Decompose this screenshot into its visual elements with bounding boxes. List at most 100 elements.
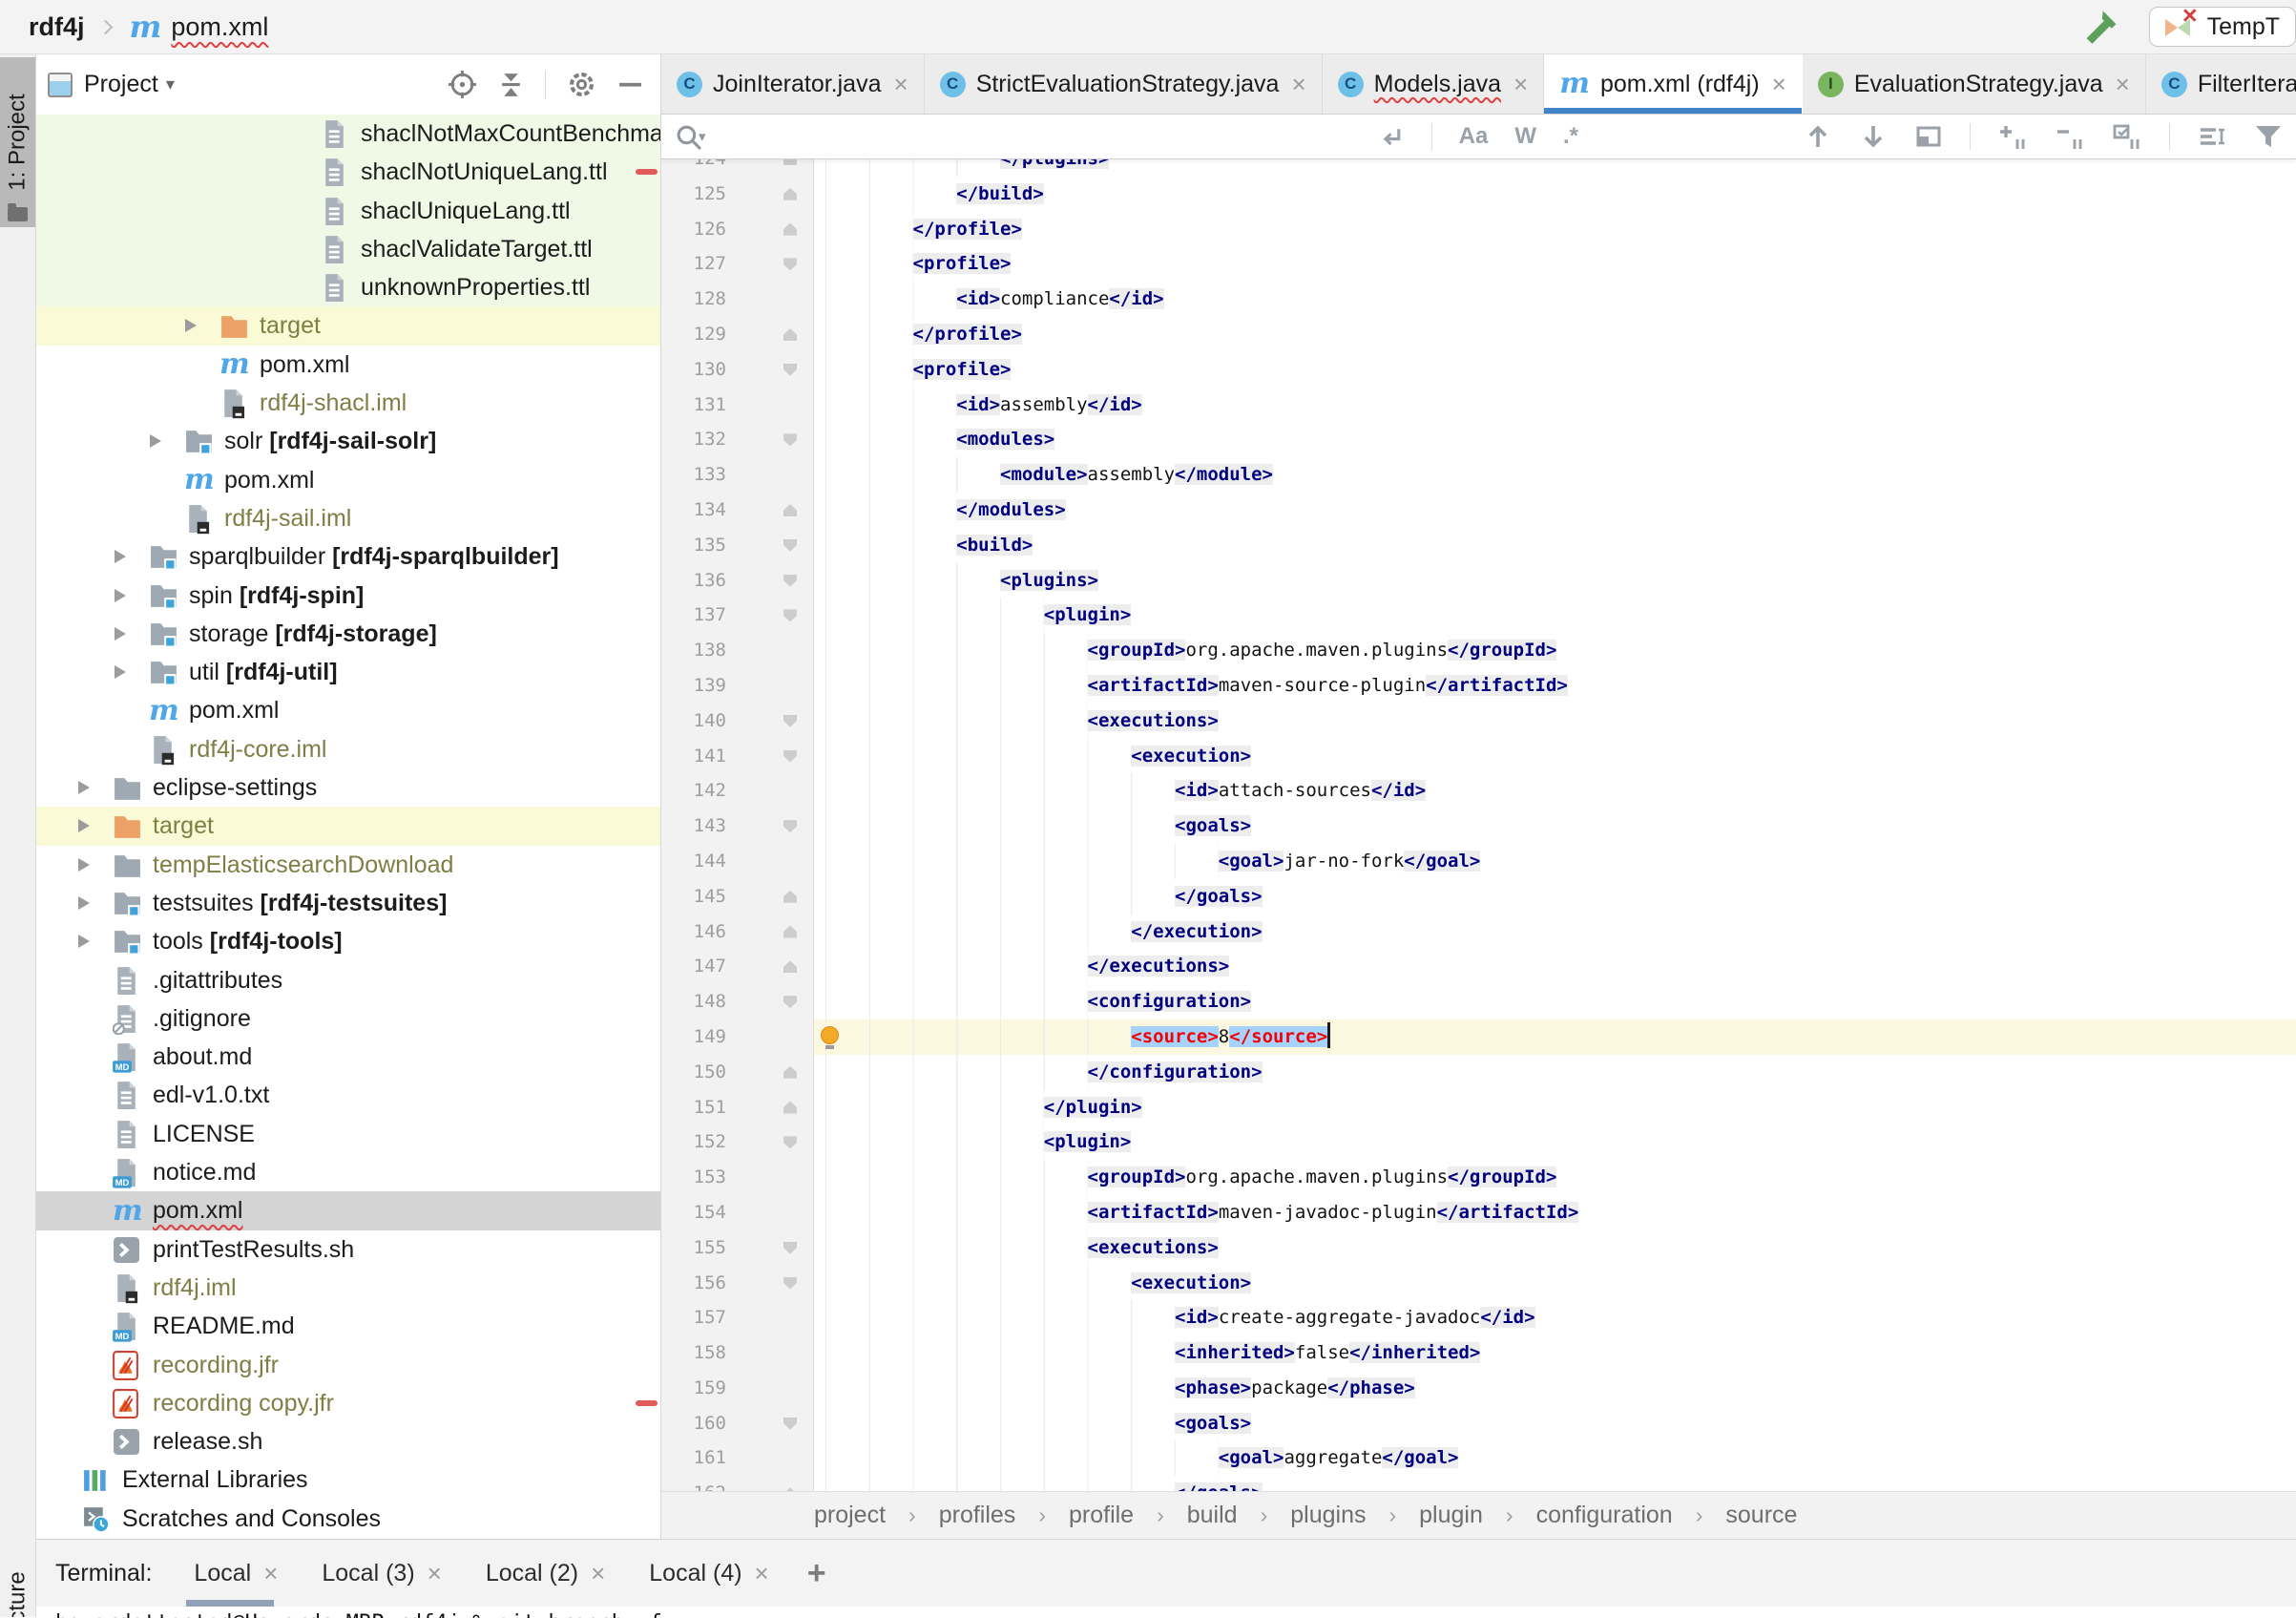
gutter[interactable]: 127 [661, 246, 814, 282]
gutter[interactable]: 152 [661, 1124, 814, 1160]
tool-button-project[interactable]: 1: Project [0, 57, 35, 227]
select-all-occurrences-icon[interactable] [2112, 122, 2142, 151]
tree-row-printtestresults-sh[interactable]: printTestResults.sh [36, 1230, 660, 1269]
gutter[interactable]: 150 [661, 1055, 814, 1090]
close-tab-icon[interactable]: × [755, 1559, 769, 1588]
tree-row-shacluniquelang-ttl[interactable]: shaclUniqueLang.ttl [36, 192, 660, 230]
tree-row-shaclnotmaxcountbenchmark-ttl[interactable]: shaclNotMaxCountBenchmark.ttl [36, 115, 660, 153]
tree-row-eclipse-settings[interactable]: eclipse-settings [36, 768, 660, 807]
code-line-124[interactable]: 124</plugins> [661, 159, 2296, 177]
code-line-153[interactable]: 153<groupId>org.apache.maven.plugins</gr… [661, 1160, 2296, 1195]
close-tab-icon[interactable]: × [894, 70, 908, 99]
tree-row-tools[interactable]: tools [rdf4j-tools] [36, 922, 660, 960]
tree-row-recording-copy-jfr[interactable]: recording copy.jfr [36, 1384, 660, 1422]
gutter[interactable]: 145 [661, 879, 814, 914]
tree-row-gitattributes[interactable]: .gitattributes [36, 961, 660, 999]
gutter[interactable]: 154 [661, 1195, 814, 1230]
editor-tab-models-java[interactable]: CModels.java× [1323, 54, 1545, 114]
code-line-147[interactable]: 147</executions> [661, 949, 2296, 984]
code-line-131[interactable]: 131<id>assembly</id> [661, 388, 2296, 423]
gutter[interactable]: 146 [661, 914, 814, 950]
gutter[interactable]: 153 [661, 1160, 814, 1195]
tree-row-tempelasticsearchdownload[interactable]: tempElasticsearchDownload [36, 846, 660, 884]
gutter[interactable]: 142 [661, 773, 814, 809]
code-line-162[interactable]: 162</goals> [661, 1476, 2296, 1491]
code-line-160[interactable]: 160<goals> [661, 1406, 2296, 1441]
code-line-135[interactable]: 135<build> [661, 528, 2296, 563]
expand-arrow-icon[interactable] [150, 434, 161, 448]
code-line-159[interactable]: 159<phase>package</phase> [661, 1371, 2296, 1406]
close-tab-icon[interactable]: × [1291, 70, 1305, 99]
match-case-toggle[interactable]: Aa [1459, 123, 1489, 150]
fold-marker-icon[interactable] [783, 188, 797, 200]
collapse-all-icon[interactable] [498, 70, 524, 99]
gutter[interactable]: 124 [661, 159, 814, 177]
code-line-138[interactable]: 138<groupId>org.apache.maven.plugins</gr… [661, 633, 2296, 668]
project-panel-title[interactable]: Project [84, 71, 158, 98]
gutter[interactable]: 141 [661, 739, 814, 774]
fold-marker-icon[interactable] [783, 1418, 797, 1430]
remove-occurrence-icon[interactable] [2055, 122, 2085, 151]
gutter[interactable]: 155 [661, 1230, 814, 1266]
fold-marker-icon[interactable] [783, 1277, 797, 1290]
funnel-icon[interactable] [2254, 122, 2283, 151]
xml-breadcrumb-build[interactable]: build [1187, 1502, 1238, 1529]
close-tab-icon[interactable]: × [1513, 70, 1528, 99]
fold-marker-icon[interactable] [783, 960, 797, 973]
tree-row-edl-v1-0-txt[interactable]: edl-v1.0.txt [36, 1076, 660, 1114]
fold-marker-icon[interactable] [783, 750, 797, 763]
fold-marker-icon[interactable] [783, 433, 797, 446]
tree-row-license[interactable]: LICENSE [36, 1115, 660, 1153]
code-line-146[interactable]: 146</execution> [661, 914, 2296, 950]
previous-occurrence-icon[interactable] [1804, 122, 1832, 151]
expand-arrow-icon[interactable] [115, 665, 126, 679]
expand-arrow-icon[interactable] [78, 819, 90, 832]
tree-row-testsuites[interactable]: testsuites [rdf4j-testsuites] [36, 884, 660, 922]
tree-row-scratches-and-consoles[interactable]: Scratches and Consoles [36, 1500, 660, 1538]
fold-marker-icon[interactable] [783, 1066, 797, 1079]
newline-icon[interactable] [1377, 123, 1405, 151]
code-line-141[interactable]: 141<execution> [661, 739, 2296, 774]
expand-arrow-icon[interactable] [78, 935, 90, 948]
gutter[interactable]: 137 [661, 598, 814, 633]
run-configuration-select[interactable]: × TempT [2149, 7, 2296, 47]
tree-row-shaclnotuniquelang-ttl[interactable]: shaclNotUniqueLang.ttl [36, 153, 660, 191]
tree-row-notice-md[interactable]: MDnotice.md [36, 1153, 660, 1191]
regex-toggle[interactable]: .* [1563, 123, 1578, 150]
editor-tab-strictevaluationstrategy-java[interactable]: CStrictEvaluationStrategy.java× [925, 54, 1323, 114]
gutter[interactable]: 143 [661, 809, 814, 844]
gutter[interactable]: 129 [661, 317, 814, 352]
find-bar[interactable]: ▾ Aa W .* [661, 115, 2296, 159]
expand-arrow-icon[interactable] [185, 319, 197, 332]
tree-row-util[interactable]: util [rdf4j-util] [36, 653, 660, 691]
tree-row-unknownproperties-ttl[interactable]: unknownProperties.ttl [36, 268, 660, 306]
gutter[interactable]: 162 [661, 1476, 814, 1491]
code-line-155[interactable]: 155<executions> [661, 1230, 2296, 1266]
fold-marker-icon[interactable] [783, 223, 797, 236]
tree-row-rdf4j-shacl-iml[interactable]: rdf4j-shacl.iml [36, 384, 660, 422]
hide-panel-icon[interactable] [617, 72, 643, 97]
code-line-143[interactable]: 143<goals> [661, 809, 2296, 844]
gutter[interactable]: 131 [661, 388, 814, 423]
fold-marker-icon[interactable] [783, 504, 797, 516]
tree-row-release-sh[interactable]: release.sh [36, 1422, 660, 1460]
terminal-tab-local[interactable]: Local× [194, 1540, 278, 1607]
tree-row-sparqlbuilder[interactable]: sparqlbuilder [rdf4j-sparqlbuilder] [36, 537, 660, 576]
gutter[interactable]: 149 [661, 1019, 814, 1055]
build-hammer-icon[interactable] [2080, 7, 2120, 47]
breadcrumb-project[interactable]: rdf4j [29, 12, 85, 42]
tree-row-recording-jfr[interactable]: recording.jfr [36, 1346, 660, 1384]
tree-row-gitignore[interactable]: .gitignore [36, 999, 660, 1038]
tree-row-pom-xml[interactable]: mpom.xml [36, 346, 660, 384]
code-line-136[interactable]: 136<plugins> [661, 563, 2296, 599]
editor-tab-pom-xml-rdf4j[interactable]: mpom.xml (rdf4j)× [1544, 54, 1803, 114]
gutter[interactable]: 133 [661, 457, 814, 493]
code-editor[interactable]: 124</plugins>125</build>126</profile>127… [661, 159, 2296, 1491]
close-tab-icon[interactable]: × [1772, 70, 1786, 99]
terminal-tab-local-2[interactable]: Local (2)× [486, 1540, 605, 1607]
fold-marker-icon[interactable] [783, 328, 797, 341]
gutter[interactable]: 160 [661, 1406, 814, 1441]
gutter[interactable]: 148 [661, 984, 814, 1019]
fold-marker-icon[interactable] [783, 1242, 797, 1254]
code-line-127[interactable]: 127<profile> [661, 246, 2296, 282]
